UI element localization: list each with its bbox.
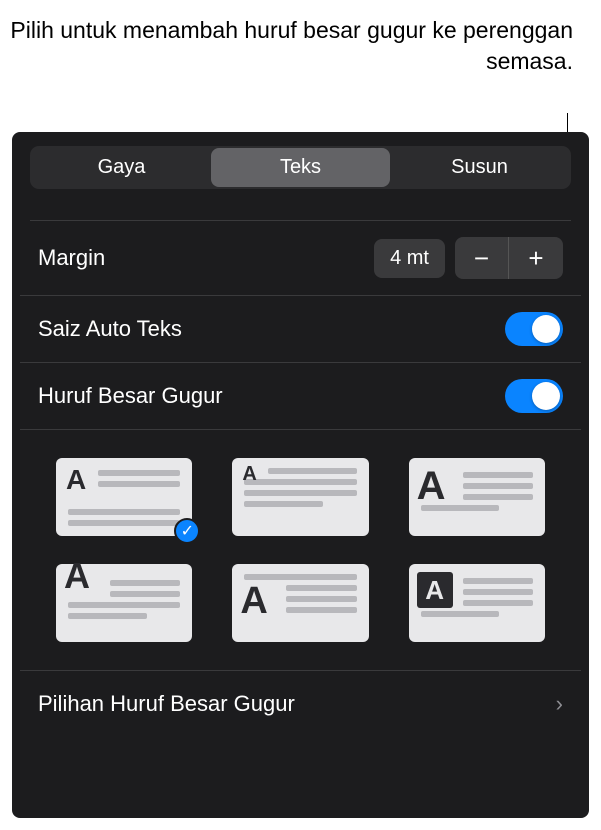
toggle-knob [532,382,560,410]
margin-row: Margin 4 mt − + [20,221,581,296]
margin-value[interactable]: 4 mt [374,239,445,278]
chevron-right-icon: › [556,691,563,717]
margin-decrease-button[interactable]: − [455,237,509,279]
tab-teks[interactable]: Teks [211,148,390,187]
margin-label: Margin [38,245,105,271]
drop-cap-glyph-icon: A [240,582,267,620]
auto-size-row: Saiz Auto Teks [20,296,581,363]
text-panel: Gaya Teks Susun Margin 4 mt − + Saiz Aut… [12,132,589,818]
drop-cap-style-1[interactable]: A ✓ [56,458,192,536]
drop-cap-style-6[interactable]: A [409,564,545,642]
auto-size-label: Saiz Auto Teks [38,316,182,342]
drop-cap-toggle[interactable] [505,379,563,413]
drop-cap-style-4[interactable]: A [56,564,192,642]
tab-gaya[interactable]: Gaya [32,148,211,187]
drop-cap-glyph-icon: A [242,464,256,484]
drop-cap-options-label: Pilihan Huruf Besar Gugur [38,691,295,717]
margin-increase-button[interactable]: + [509,237,563,279]
drop-cap-options-button[interactable]: Pilihan Huruf Besar Gugur › [20,671,581,737]
drop-cap-glyph-icon: A [417,572,453,608]
margin-stepper: − + [455,237,563,279]
drop-cap-label: Huruf Besar Gugur [38,383,223,409]
panel-strip [30,199,571,221]
checkmark-icon: ✓ [174,518,200,544]
drop-cap-style-2[interactable]: A [232,458,368,536]
drop-cap-row: Huruf Besar Gugur [20,363,581,430]
drop-cap-style-5[interactable]: A [232,564,368,642]
drop-cap-glyph-icon: A [417,466,446,506]
drop-cap-style-grid: A ✓ A A [20,430,581,671]
tab-susun[interactable]: Susun [390,148,569,187]
drop-cap-glyph-icon: A [66,466,86,494]
callout-text: Pilih untuk menambah huruf besar gugur k… [0,15,573,77]
drop-cap-style-3[interactable]: A [409,458,545,536]
toggle-knob [532,315,560,343]
auto-size-toggle[interactable] [505,312,563,346]
drop-cap-glyph-icon: A [64,558,90,594]
margin-controls: 4 mt − + [374,237,563,279]
format-tabs: Gaya Teks Susun [30,146,571,189]
